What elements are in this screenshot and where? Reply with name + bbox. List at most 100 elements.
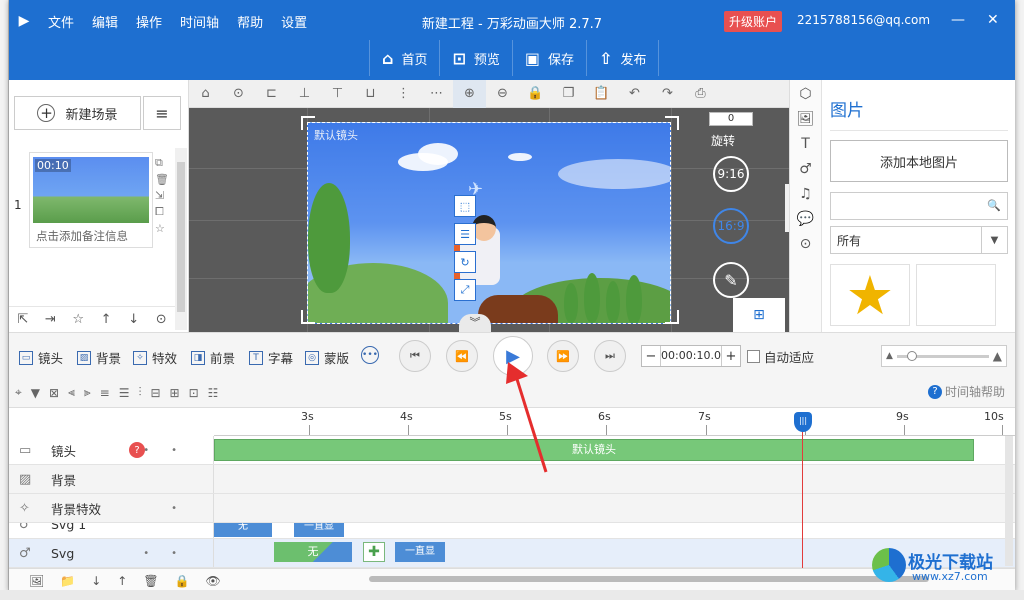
zoom-out-small-icon[interactable]: ▲ [886,351,893,361]
foreground-layer-button[interactable]: ◨ 前景 [191,348,235,367]
adjust-icon[interactable]: ☰ [454,223,476,245]
menu-timeline[interactable]: 时间轴 [171,12,228,31]
svg1-clip-always[interactable]: 一直显 [294,523,344,537]
shape-icon[interactable]: ⬡ [799,86,811,102]
screenshot-icon[interactable]: ⎙ [684,86,717,101]
new-scene-button[interactable]: + 新建场景 [14,96,141,130]
group-icon[interactable]: ⊞ [170,386,180,400]
distribute-icon[interactable]: ⋮ [387,86,420,101]
rotation-input[interactable]: 0 [709,112,753,126]
auto-fit-option[interactable]: 自动适应 [747,347,814,366]
align-left-icon[interactable]: ⊏ [255,86,288,101]
more-icon[interactable]: ⊙ [156,312,167,327]
delete-layer-icon[interactable]: 🗑 [143,574,158,588]
track-row-camera[interactable]: ▭ 镜头 ? •• 默认镜头 [9,436,1015,465]
clear-icon[interactable]: ⊠ [49,386,59,400]
align-clips-right-icon[interactable]: ⫸ [84,385,91,400]
go-end-icon[interactable]: ⏭ [594,340,626,372]
timeline-zoom-slider[interactable]: ▲ ▲ [881,345,1007,367]
home-button[interactable]: ⌂ 首页 [369,40,439,76]
home-view-icon[interactable]: ⌂ [189,86,222,101]
track-row-background-effect[interactable]: ✧ 背景特效 • [9,494,1015,523]
menu-help[interactable]: 帮助 [228,12,272,31]
align-bottom-icon[interactable]: ⊔ [354,86,387,101]
music-icon[interactable]: ♫ [799,186,812,202]
ratio-16-9-button[interactable]: 16:9 [713,208,749,244]
text-icon[interactable]: T [801,136,810,152]
scene-thumbnail[interactable]: 00:10 [33,157,149,223]
minimize-icon[interactable]: — [951,12,965,28]
redo-icon[interactable]: ↷ [651,86,684,101]
comment-icon[interactable]: 💬 [797,211,814,227]
rotate-icon[interactable]: ↻ [454,251,476,273]
split-icon[interactable]: ⫶ [138,385,141,400]
timeline-help-link[interactable]: ? 时间轴帮助 [927,383,1005,400]
lock-icon[interactable]: 🔒 [519,86,552,101]
track-row-svg[interactable]: ♂ Svg •• 无 ✚ 一直显 [9,539,1015,568]
list-icon[interactable]: ☷ [208,386,219,400]
image-icon[interactable]: 🖼 [797,111,815,127]
step-back-icon[interactable]: ⏪ [446,340,478,372]
lock-layer-icon[interactable]: 🔒 [175,574,190,588]
mask-layer-button[interactable]: ◎ 蒙版 [305,348,349,367]
duplicate-scene-icon[interactable]: ⧠ [155,205,169,219]
background-layer-button[interactable]: ▨ 背景 [77,348,121,367]
star-image-thumbnail[interactable]: ★ [830,264,910,327]
upgrade-account-button[interactable]: 升级账户 [724,11,783,32]
menu-settings[interactable]: 设置 [272,12,316,31]
filter-icon[interactable]: ▼ [31,386,40,400]
star-icon[interactable]: ☆ [72,312,84,327]
track-options-dots[interactable]: •• [143,548,199,559]
distribute-clips-icon[interactable]: ≡ [100,386,110,400]
effect-layer-button[interactable]: ✧ 特效 [133,348,177,367]
time-ruler[interactable]: 3s 4s 5s 6s 7s 8s 9s 10s [214,408,1015,436]
move-down-icon[interactable]: ↓ [128,312,139,327]
stage-frame[interactable]: ✈ 默认镜头 ⬚ ☰ ↻ ⤢ [307,122,671,324]
delete-scene-icon[interactable]: 🗑 [155,173,169,186]
scene-scrollbar[interactable] [175,148,187,330]
move-up-icon[interactable]: ↑ [101,312,112,327]
scene-note-input[interactable]: 点击添加备注信息 [36,228,128,244]
visibility-icon[interactable]: 👁 [206,574,221,588]
play-button[interactable]: ▶ [493,336,533,376]
fit-icon[interactable]: ⤢ [454,279,476,301]
menu-operate[interactable]: 操作 [127,12,171,31]
align-clips-left-icon[interactable]: ⫷ [68,385,75,400]
zoom-in-icon[interactable]: ⊕ [453,79,486,108]
subtitle-layer-button[interactable]: T 字幕 [249,348,293,367]
track-options-dots[interactable]: •• [143,445,199,456]
go-start-icon[interactable]: ⏮ [399,340,431,372]
zoom-in-large-icon[interactable]: ▲ [993,349,1002,363]
track-row-svg1[interactable]: ♂ Svg 1 无 一直显 [9,523,1015,539]
add-local-image-button[interactable]: 添加本地图片 [830,140,1008,182]
track-row-background[interactable]: ▨ 背景 [9,465,1015,494]
collapse-down-icon[interactable]: ︾ [459,314,491,332]
image-category-select[interactable]: 所有 ▼ [830,226,1008,254]
add-image-layer-icon[interactable]: 🖼 [29,574,44,588]
menu-file[interactable]: 文件 [39,12,83,31]
ungroup-icon[interactable]: ⊡ [189,386,199,400]
import-scene-icon[interactable]: ⇱ [17,312,28,327]
crosshair-icon[interactable]: ⌖ [15,385,22,400]
playhead-handle[interactable]: ||| [794,412,812,432]
track-options-dots[interactable]: • [171,503,199,514]
more-tools-icon[interactable]: ⊙ [800,236,812,252]
folder-icon[interactable]: 📁 [60,574,75,588]
duration-value[interactable]: 00:00:10.0 [660,346,722,366]
image-search-input[interactable]: 🔍 [830,192,1008,220]
paste-icon[interactable]: 📋 [585,86,618,101]
close-icon[interactable]: ✕ [987,12,999,28]
auto-fit-checkbox[interactable] [747,350,760,363]
stack-clips-icon[interactable]: ☰ [119,386,130,400]
role-icon[interactable]: ♂ [799,161,812,177]
scene-scroll-thumb[interactable] [177,162,185,312]
copy-scene-icon[interactable]: ⧉ [155,156,169,170]
menu-edit[interactable]: 编辑 [83,12,127,31]
timeline-vertical-scrollbar[interactable] [1005,436,1013,566]
scene-card[interactable]: 00:10 点击添加备注信息 [29,152,153,248]
copy-icon[interactable]: ❐ [552,86,585,101]
publish-button[interactable]: ⇧ 发布 [586,40,660,76]
search-icon[interactable]: 🔍 [987,199,1001,212]
svg-clip-none[interactable]: 无 [274,542,352,562]
save-button[interactable]: ▣ 保存 [511,40,586,76]
